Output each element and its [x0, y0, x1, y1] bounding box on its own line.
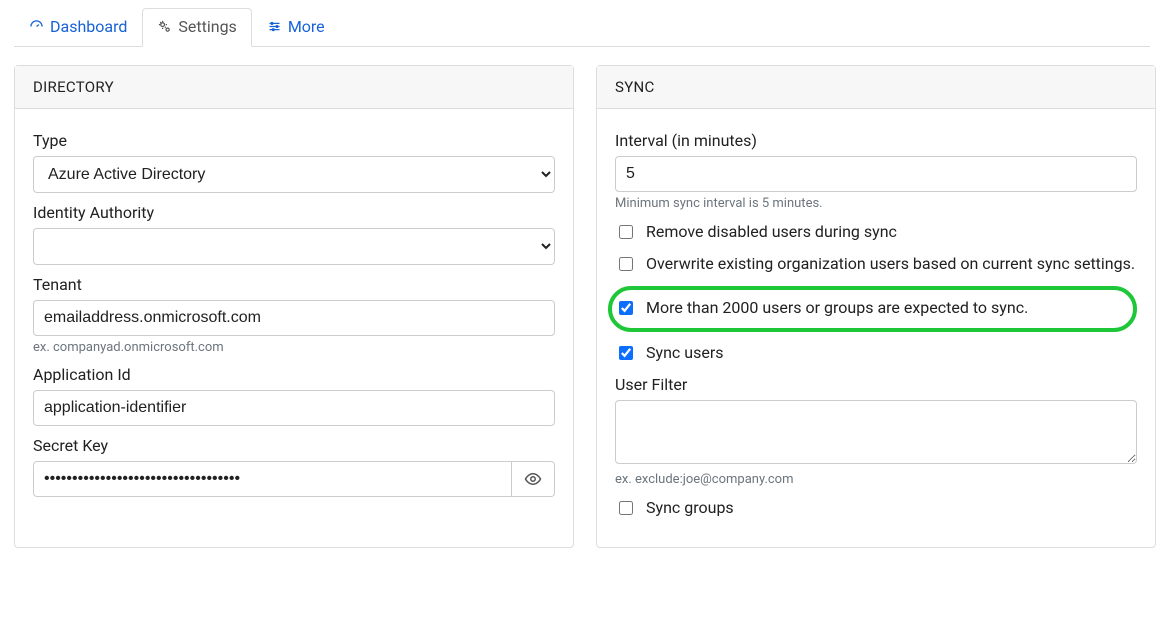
tab-bar: Dashboard Settings More: [14, 8, 1150, 47]
tab-settings-label: Settings: [178, 17, 236, 36]
user-filter-label: User Filter: [615, 375, 1137, 394]
interval-label: Interval (in minutes): [615, 131, 1137, 150]
gauge-icon: [29, 19, 44, 34]
sync-groups-label: Sync groups: [646, 497, 734, 519]
secret-key-input[interactable]: [33, 461, 512, 497]
sliders-icon: [267, 19, 282, 34]
sync-users-label: Sync users: [646, 342, 724, 364]
remove-disabled-row: Remove disabled users during sync: [615, 221, 1137, 243]
overwrite-checkbox[interactable]: [619, 257, 633, 271]
sync-groups-row: Sync groups: [615, 497, 1137, 519]
directory-card: DIRECTORY Type Azure Active Directory Id…: [14, 65, 574, 548]
application-id-label: Application Id: [33, 365, 555, 384]
sync-users-checkbox[interactable]: [619, 346, 633, 360]
secret-key-label: Secret Key: [33, 436, 555, 455]
sync-groups-checkbox[interactable]: [619, 501, 633, 515]
more-than-2000-checkbox[interactable]: [619, 301, 633, 315]
tab-dashboard-label: Dashboard: [50, 17, 127, 36]
remove-disabled-checkbox[interactable]: [619, 225, 633, 239]
interval-input[interactable]: [615, 156, 1137, 192]
type-select[interactable]: Azure Active Directory: [33, 156, 555, 193]
sync-users-row: Sync users: [615, 342, 1137, 364]
eye-icon: [524, 470, 542, 488]
toggle-visibility-button[interactable]: [512, 461, 555, 497]
gears-icon: [157, 19, 172, 34]
tab-dashboard[interactable]: Dashboard: [14, 8, 142, 47]
tenant-help: ex. companyad.onmicrosoft.com: [33, 340, 555, 355]
tab-more[interactable]: More: [252, 8, 340, 47]
application-id-input[interactable]: [33, 390, 555, 426]
type-label: Type: [33, 131, 555, 150]
tenant-label: Tenant: [33, 275, 555, 294]
sync-card: SYNC Interval (in minutes) Minimum sync …: [596, 65, 1156, 548]
tenant-input[interactable]: [33, 300, 555, 336]
more-than-2000-row: More than 2000 users or groups are expec…: [608, 286, 1137, 332]
tab-more-label: More: [288, 17, 325, 36]
remove-disabled-label: Remove disabled users during sync: [646, 221, 897, 243]
user-filter-help: ex. exclude:joe@company.com: [615, 472, 1137, 487]
overwrite-row: Overwrite existing organization users ba…: [615, 253, 1137, 275]
directory-header: DIRECTORY: [15, 66, 573, 109]
identity-authority-label: Identity Authority: [33, 203, 555, 222]
tab-settings[interactable]: Settings: [142, 8, 251, 47]
more-than-2000-label: More than 2000 users or groups are expec…: [646, 297, 1028, 319]
user-filter-textarea[interactable]: [615, 400, 1137, 464]
identity-authority-select[interactable]: [33, 228, 555, 265]
overwrite-label: Overwrite existing organization users ba…: [646, 253, 1135, 275]
sync-header: SYNC: [597, 66, 1155, 109]
interval-help: Minimum sync interval is 5 minutes.: [615, 196, 1137, 211]
